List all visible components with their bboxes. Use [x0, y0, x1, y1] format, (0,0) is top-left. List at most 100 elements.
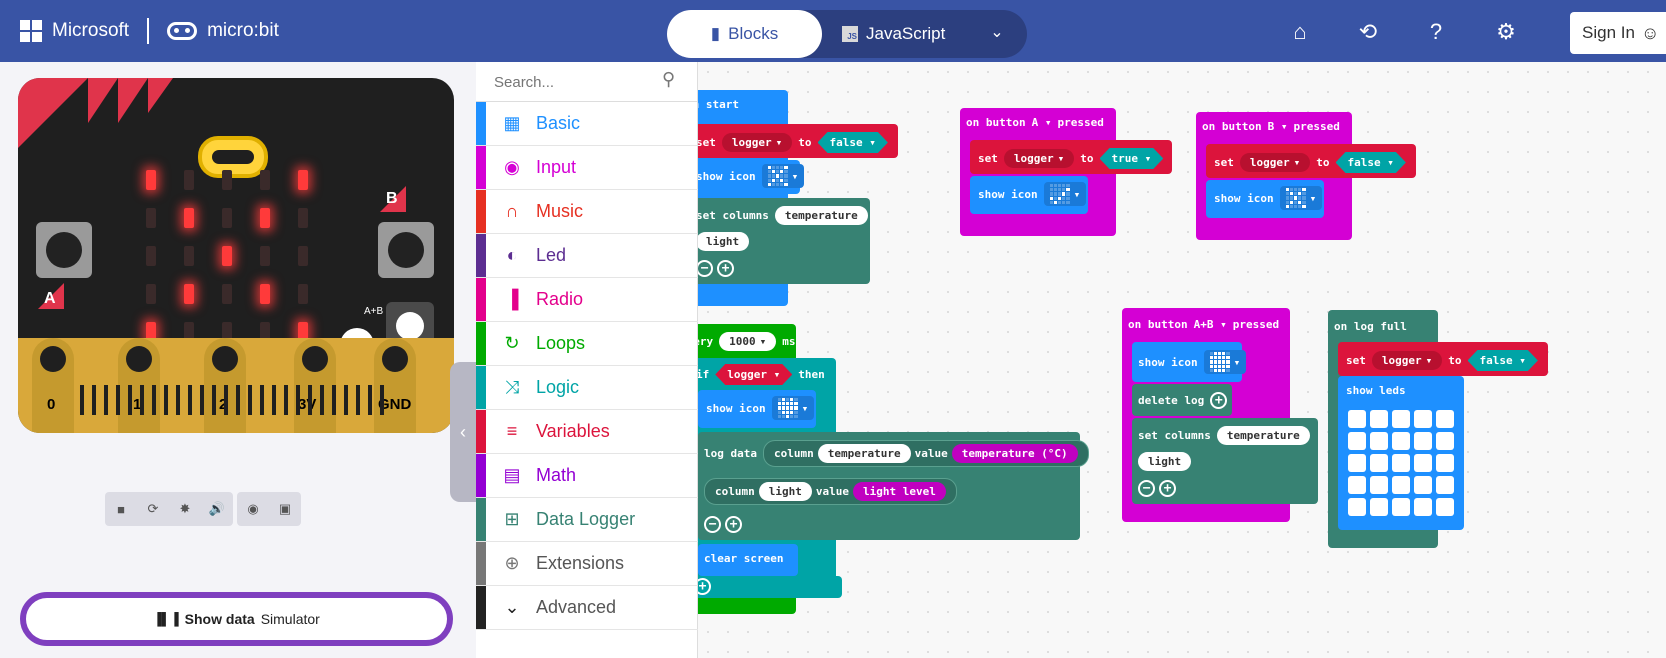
boolean-dropdown[interactable]: false ▾: [1468, 350, 1538, 371]
set-logger-block[interactable]: set logger ▾ to false ▾: [1338, 342, 1548, 376]
plus-icon[interactable]: +: [725, 516, 742, 533]
blocks-workspace[interactable]: on start set logger ▾ to false ▾ show ic…: [698, 62, 1666, 658]
help-icon[interactable]: ?: [1422, 18, 1450, 46]
variable-dropdown[interactable]: logger ▾: [1239, 153, 1311, 172]
tab-javascript[interactable]: JS JavaScript: [842, 10, 967, 58]
column-string[interactable]: light: [758, 482, 812, 501]
toolbox-category-music[interactable]: ∩ Music: [476, 190, 698, 234]
led-editor-cell[interactable]: [1370, 432, 1388, 450]
plus-icon[interactable]: +: [1159, 480, 1176, 497]
led-editor-cell[interactable]: [1436, 454, 1454, 472]
led-editor-cell[interactable]: [1348, 498, 1366, 516]
plus-icon[interactable]: +: [1210, 392, 1228, 409]
logo-touch-sensor[interactable]: [198, 136, 268, 178]
led-editor-cell[interactable]: [1392, 432, 1410, 450]
fullscreen-icon[interactable]: ▣: [269, 492, 301, 526]
temperature-reporter[interactable]: temperature (°C): [951, 444, 1078, 463]
variable-dropdown[interactable]: logger ▾: [721, 133, 793, 152]
boolean-dropdown[interactable]: false ▾: [1336, 152, 1406, 173]
icon-picker[interactable]: ▾: [771, 396, 815, 420]
log-data-block[interactable]: log data column temperature value temper…: [698, 432, 1089, 540]
show-data-simulator-button[interactable]: ▐▌▐ Show data Simulator: [20, 592, 453, 646]
column-string[interactable]: temperature: [1216, 426, 1310, 445]
button-a[interactable]: [36, 222, 92, 278]
interval-dropdown[interactable]: 1000 ▾: [719, 332, 777, 351]
pin-0[interactable]: 0: [32, 338, 74, 433]
plus-icon[interactable]: +: [698, 576, 842, 598]
toolbox-category-advanced[interactable]: ⌄ Advanced: [476, 586, 698, 630]
show-icon-block[interactable]: show icon ▾: [1132, 342, 1247, 382]
boolean-dropdown[interactable]: false ▾: [818, 132, 888, 153]
stop-icon[interactable]: ■: [105, 492, 137, 526]
column-value-pair[interactable]: column light value light level: [704, 478, 957, 505]
restart-icon[interactable]: ⟳: [137, 492, 169, 526]
toolbox-category-input[interactable]: ◉ Input: [476, 146, 698, 190]
led-editor-cell[interactable]: [1370, 498, 1388, 516]
button-b[interactable]: [378, 222, 434, 278]
column-string[interactable]: light: [698, 232, 750, 251]
toolbox-category-data-logger[interactable]: ⊞ Data Logger: [476, 498, 698, 542]
toolbox-category-led[interactable]: ◐ Led: [476, 234, 698, 278]
led-editor-cell[interactable]: [1414, 410, 1432, 428]
led-editor-cell[interactable]: [1414, 498, 1432, 516]
variable-dropdown[interactable]: logger ▾: [1371, 351, 1443, 370]
pin-3v[interactable]: 3V: [294, 338, 336, 433]
led-editor-cell[interactable]: [1370, 454, 1388, 472]
led-editor-grid[interactable]: [1348, 410, 1454, 516]
screenshot-icon[interactable]: ◉: [237, 492, 269, 526]
minus-icon[interactable]: −: [1138, 480, 1155, 497]
set-logger-block[interactable]: set logger ▾ to false ▾: [698, 124, 898, 158]
collapse-simulator-handle[interactable]: ‹: [450, 362, 476, 502]
column-string[interactable]: temperature: [774, 206, 868, 225]
toolbox-category-extensions[interactable]: ⊕ Extensions: [476, 542, 698, 586]
led-editor-cell[interactable]: [1436, 410, 1454, 428]
led-editor-cell[interactable]: [1348, 432, 1366, 450]
led-editor-cell[interactable]: [1436, 476, 1454, 494]
led-editor-cell[interactable]: [1370, 476, 1388, 494]
led-editor-cell[interactable]: [1370, 410, 1388, 428]
led-editor-cell[interactable]: [1436, 432, 1454, 450]
icon-picker[interactable]: ▾: [761, 164, 805, 188]
set-logger-block[interactable]: set logger ▾ to true ▾: [970, 140, 1172, 174]
set-columns-block[interactable]: set columns temperature light − +: [1132, 418, 1318, 504]
toolbox-category-logic[interactable]: ⤨ Logic: [476, 366, 698, 410]
brand[interactable]: Microsoft micro:bit: [20, 18, 279, 44]
toolbox-category-math[interactable]: ▤ Math: [476, 454, 698, 498]
button-dropdown[interactable]: A+B ▾: [1194, 318, 1227, 331]
led-editor-cell[interactable]: [1414, 432, 1432, 450]
button-dropdown[interactable]: B ▾: [1268, 120, 1288, 133]
show-icon-block[interactable]: show icon ▾: [698, 390, 816, 428]
icon-picker[interactable]: ▾: [1203, 350, 1247, 374]
show-leds-block[interactable]: show leds: [1338, 376, 1464, 530]
led-editor-cell[interactable]: [1392, 476, 1410, 494]
led-editor-cell[interactable]: [1348, 454, 1366, 472]
sign-in-button[interactable]: Sign In ☺: [1570, 12, 1666, 54]
button-dropdown[interactable]: A ▾: [1032, 116, 1052, 129]
chevron-down-icon[interactable]: ⌄: [985, 22, 1009, 46]
led-editor-cell[interactable]: [1348, 410, 1366, 428]
led-editor-cell[interactable]: [1392, 410, 1410, 428]
share-icon[interactable]: ⟲: [1354, 18, 1382, 46]
icon-picker[interactable]: ▾: [1279, 186, 1323, 210]
minus-icon[interactable]: −: [698, 260, 713, 277]
variable-dropdown[interactable]: logger ▾: [1003, 149, 1075, 168]
icon-picker[interactable]: ▾: [1043, 182, 1087, 206]
show-icon-block[interactable]: show icon ▾: [970, 176, 1088, 214]
plus-icon[interactable]: +: [717, 260, 734, 277]
led-editor-cell[interactable]: [1414, 454, 1432, 472]
show-icon-block[interactable]: show icon ▾: [1206, 180, 1324, 218]
column-string[interactable]: light: [1138, 452, 1192, 471]
toolbox-category-loops[interactable]: ↻ Loops: [476, 322, 698, 366]
toolbox-category-basic[interactable]: ▦ Basic: [476, 102, 698, 146]
debug-icon[interactable]: ✸: [169, 492, 201, 526]
boolean-dropdown[interactable]: true ▾: [1100, 148, 1164, 169]
light-level-reporter[interactable]: light level: [853, 482, 946, 501]
set-columns-block[interactable]: set columns temperature light − +: [698, 198, 870, 284]
settings-icon[interactable]: ⚙: [1492, 18, 1520, 46]
led-editor-cell[interactable]: [1348, 476, 1366, 494]
search-icon[interactable]: ⚲: [662, 69, 675, 90]
delete-log-block[interactable]: delete log +: [1132, 384, 1232, 416]
column-string[interactable]: temperature: [817, 444, 911, 463]
toolbox-category-radio[interactable]: ▐ Radio: [476, 278, 698, 322]
search-input[interactable]: [494, 70, 654, 94]
